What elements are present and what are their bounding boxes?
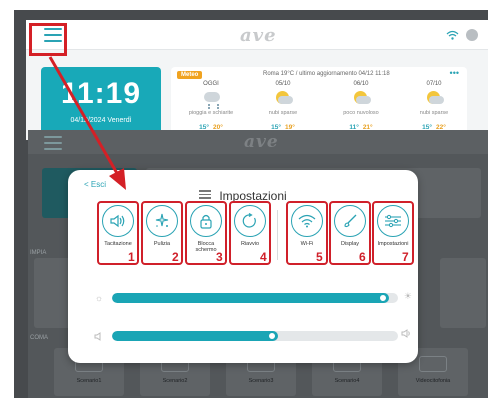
- annotation-arrow: [48, 56, 126, 190]
